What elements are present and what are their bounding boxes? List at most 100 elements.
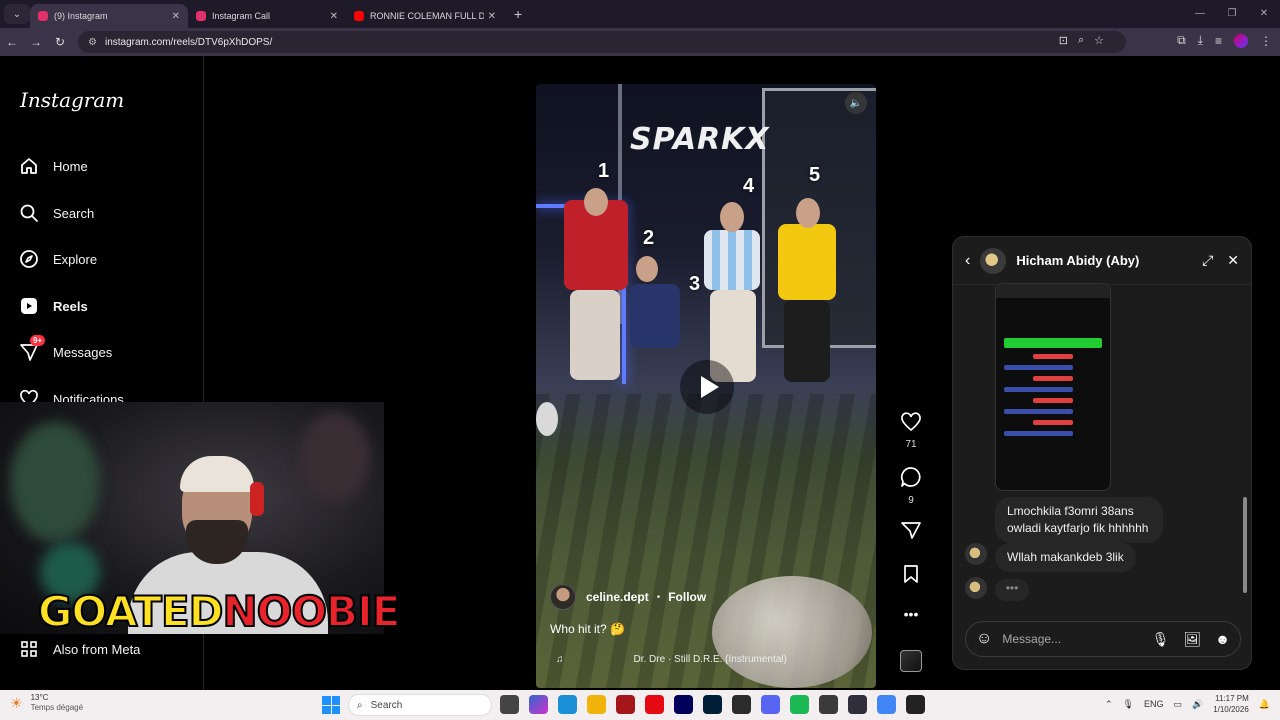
media-controls-icon[interactable]: ≡ xyxy=(1215,34,1222,48)
sidebar-item-search[interactable]: Search xyxy=(18,198,94,228)
save-button[interactable] xyxy=(898,564,924,589)
install-app-icon[interactable]: ⊡ xyxy=(1059,34,1068,47)
headset-icon xyxy=(250,482,264,516)
profile-avatar-icon[interactable] xyxy=(1234,33,1248,48)
back-icon[interactable]: ← xyxy=(0,35,24,49)
chevron-left-icon[interactable]: ‹ xyxy=(965,252,970,270)
share-button[interactable] xyxy=(898,520,924,545)
expand-icon[interactable]: ⤢ xyxy=(1202,252,1213,269)
netflix-icon[interactable] xyxy=(645,695,664,714)
chevron-up-icon[interactable]: ⌃ xyxy=(1105,699,1113,710)
message-input[interactable]: Message... xyxy=(1002,632,1137,646)
tab-title: RONNIE COLEMAN FULL DAY C xyxy=(370,11,484,21)
site-info-icon[interactable]: ⚙ xyxy=(88,37,97,48)
task-view-icon[interactable] xyxy=(500,695,519,714)
opera-icon[interactable] xyxy=(616,695,635,714)
obs-icon[interactable] xyxy=(848,695,867,714)
emoji-icon[interactable]: ☺ xyxy=(976,630,992,648)
media-player-icon[interactable] xyxy=(906,695,925,714)
volume-icon[interactable]: 🔈 xyxy=(845,92,867,114)
screenshot-chat-rows xyxy=(1004,354,1102,436)
file-explorer-icon[interactable] xyxy=(587,695,606,714)
reel-username[interactable]: celine.dept xyxy=(586,590,649,604)
home-icon xyxy=(18,155,40,177)
sidebar-item-also-from-meta[interactable]: Also from Meta xyxy=(18,634,140,664)
minimize-icon[interactable]: — xyxy=(1184,0,1216,28)
sidebar-item-home[interactable]: Home xyxy=(18,151,88,181)
background-blur xyxy=(10,422,100,542)
youtube-favicon-icon xyxy=(354,11,364,21)
player-number: 5 xyxy=(809,164,821,186)
audio-thumbnail[interactable] xyxy=(900,650,922,672)
sidebar-item-messages[interactable]: 9+ Messages xyxy=(18,335,113,367)
chat-scrollbar[interactable] xyxy=(1242,287,1248,603)
editor-icon[interactable] xyxy=(732,695,751,714)
copilot-icon[interactable] xyxy=(529,695,548,714)
sidebar-item-reels[interactable]: Reels xyxy=(18,291,88,321)
play-icon[interactable] xyxy=(680,360,734,414)
share-icon xyxy=(901,522,921,539)
close-icon[interactable]: ✕ xyxy=(1227,252,1239,269)
sidebar-item-label: Messages xyxy=(53,344,113,360)
close-window-icon[interactable]: ✕ xyxy=(1248,0,1280,28)
restore-icon[interactable]: ❐ xyxy=(1216,0,1248,28)
close-tab-icon[interactable]: ✕ xyxy=(330,11,338,22)
like-button[interactable]: 71 xyxy=(898,412,924,450)
clock[interactable]: 11:17 PM 1/10/2026 xyxy=(1213,693,1249,715)
extensions-icon[interactable]: ⧉ xyxy=(1177,33,1186,48)
instagram-logo[interactable]: Instagram xyxy=(20,88,124,112)
tab-instagram[interactable]: (9) Instagram ✕ xyxy=(30,4,188,28)
more-options-icon[interactable]: ••• xyxy=(898,606,924,622)
chrome-icon[interactable] xyxy=(877,695,896,714)
bookmark-star-icon[interactable]: ☆ xyxy=(1094,34,1104,47)
close-tab-icon[interactable]: ✕ xyxy=(488,11,496,22)
volume-icon[interactable]: 🔊 xyxy=(1192,699,1203,710)
close-tab-icon[interactable]: ✕ xyxy=(172,11,180,22)
zoom-icon[interactable]: ⌕ xyxy=(1078,34,1084,47)
sticker-icon[interactable]: ☻ xyxy=(1215,631,1230,647)
image-icon[interactable]: 🖼 xyxy=(1183,631,1201,648)
keyboard-language[interactable]: ENG xyxy=(1144,699,1164,709)
weather-icon: ☀ xyxy=(10,694,23,711)
sidebar-item-label: Reels xyxy=(53,298,88,314)
taskbar-search[interactable]: ⌕ Search xyxy=(348,694,492,716)
forward-icon[interactable]: → xyxy=(24,35,48,49)
url-input[interactable]: ⚙ instagram.com/reels/DTV6pXhDOPS/ xyxy=(78,31,1126,53)
reload-icon[interactable]: ↻ xyxy=(48,35,72,49)
new-tab-icon[interactable]: + xyxy=(514,6,522,22)
microphone-icon[interactable]: 🎙 xyxy=(1123,699,1134,710)
tab-youtube[interactable]: RONNIE COLEMAN FULL DAY C ✕ xyxy=(346,4,504,28)
scrollbar-thumb[interactable] xyxy=(1243,497,1247,593)
instagram-favicon-icon xyxy=(196,11,206,21)
sidebar-item-explore[interactable]: Explore xyxy=(18,244,97,274)
menu-kebab-icon[interactable]: ⋮ xyxy=(1260,34,1272,48)
message-composer[interactable]: ☺ Message... 🎙 🖼 ☻ xyxy=(965,621,1241,657)
premiere-icon[interactable] xyxy=(674,695,693,714)
tab-instagram-call[interactable]: Instagram Call ✕ xyxy=(188,4,346,28)
comment-button[interactable]: 9 xyxy=(898,466,924,506)
spotify-icon[interactable] xyxy=(790,695,809,714)
follow-button[interactable]: Follow xyxy=(668,590,706,604)
app-icon[interactable] xyxy=(819,695,838,714)
like-count: 71 xyxy=(905,439,917,450)
display-icon[interactable]: ▭ xyxy=(1173,699,1182,710)
shared-screenshot[interactable] xyxy=(995,283,1111,491)
background-blur xyxy=(300,412,370,502)
downloads-icon[interactable]: ⤓ xyxy=(1198,33,1203,48)
chat-contact-name[interactable]: Hicham Abidy (Aby) xyxy=(1016,253,1188,268)
reels-icon xyxy=(18,295,40,317)
microphone-icon[interactable]: 🎙 xyxy=(1152,631,1170,648)
weather-widget[interactable]: ☀ 13°C Temps dégagé xyxy=(10,693,83,713)
discord-icon[interactable] xyxy=(761,695,780,714)
avatar[interactable] xyxy=(980,247,1007,274)
edge-icon[interactable] xyxy=(558,695,577,714)
temperature: 13°C xyxy=(30,693,49,702)
player-face xyxy=(636,256,658,282)
photoshop-icon[interactable] xyxy=(703,695,722,714)
tab-title: Instagram Call xyxy=(212,11,271,21)
tab-list-button[interactable]: ⌄ xyxy=(4,4,30,24)
avatar[interactable] xyxy=(550,584,576,610)
reel-audio[interactable]: ♫ Dr. Dre · Still D.R.E. (Instrumental) xyxy=(556,654,787,665)
start-menu-icon[interactable] xyxy=(322,696,340,714)
notifications-icon[interactable]: 🔔 xyxy=(1259,699,1270,710)
